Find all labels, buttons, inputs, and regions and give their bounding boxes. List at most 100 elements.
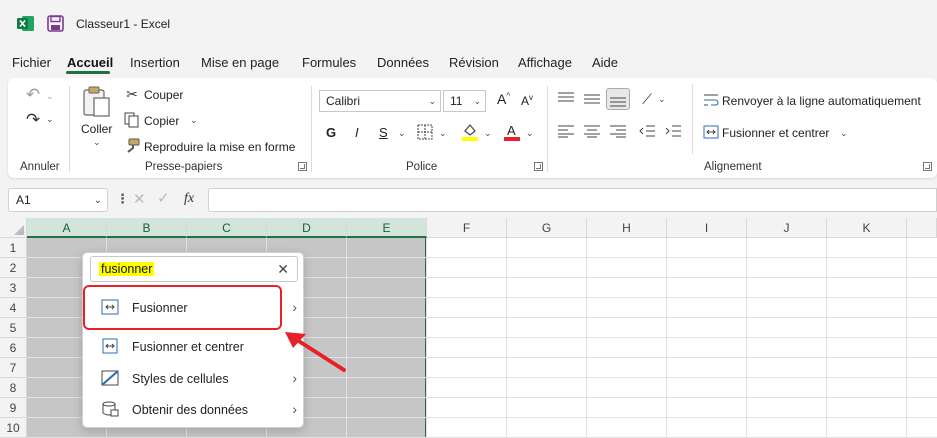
close-icon[interactable]: ✕ [277, 261, 289, 278]
shrink-font-button[interactable]: Av [521, 93, 533, 108]
paste-icon[interactable] [82, 86, 112, 118]
merge-dropdown-icon[interactable]: ⌄ [840, 128, 848, 139]
search-query: fusionner [99, 262, 155, 276]
row-header-5[interactable]: 5 [0, 318, 27, 338]
formula-bar-handle-icon[interactable]: ⋮ [116, 191, 129, 207]
row-header-8[interactable]: 8 [0, 378, 27, 398]
copy-button[interactable]: Copier [144, 114, 179, 128]
fill-color-icon[interactable] [461, 122, 479, 142]
tab-fichier[interactable]: Fichier [12, 55, 51, 70]
row-header-7[interactable]: 7 [0, 358, 27, 378]
select-all-corner[interactable] [0, 218, 27, 238]
font-color-dropdown-icon[interactable]: ⌄ [526, 128, 534, 139]
wrap-text-icon[interactable] [703, 92, 719, 108]
bold-button[interactable]: G [326, 125, 336, 140]
tab-donnees[interactable]: Données [377, 55, 429, 70]
row-header-4[interactable]: 4 [0, 298, 27, 318]
underline-button[interactable]: S [379, 125, 388, 140]
column-header-f[interactable]: F [427, 218, 507, 238]
merge-center-icon[interactable] [703, 124, 719, 140]
result-item-obtenir-des-donnees[interactable]: Obtenir des données › [83, 395, 305, 425]
column-header-g[interactable]: G [507, 218, 587, 238]
undo-dropdown-icon[interactable]: ⌄ [46, 91, 54, 102]
result-item-styles-de-cellules[interactable]: Styles de cellules › [83, 364, 305, 394]
result-item-fusionner-et-centrer[interactable]: Fusionner et centrer [83, 332, 305, 362]
column-header-e[interactable]: E [347, 218, 427, 238]
font-name-combo[interactable]: Calibri ⌄ [319, 90, 441, 112]
active-tab-indicator [66, 71, 110, 74]
row-header-6[interactable]: 6 [0, 338, 27, 358]
column-header-d[interactable]: D [267, 218, 347, 238]
highlight-box [83, 285, 282, 330]
result-label: Obtenir des données [132, 403, 249, 417]
save-icon[interactable] [47, 15, 64, 32]
row-header-1[interactable]: 1 [0, 238, 27, 258]
font-color-icon[interactable]: A [503, 122, 521, 142]
format-painter-button[interactable]: Reproduire la mise en forme [144, 140, 295, 154]
align-right-icon[interactable] [610, 124, 626, 138]
clipboard-launcher-icon[interactable] [298, 162, 307, 171]
decrease-indent-icon[interactable] [639, 124, 655, 138]
align-center-icon[interactable] [584, 124, 600, 138]
borders-icon[interactable] [417, 124, 433, 140]
cut-button[interactable]: Couper [144, 88, 183, 102]
column-header-h[interactable]: H [587, 218, 667, 238]
tab-insertion[interactable]: Insertion [130, 55, 180, 70]
redo-icon[interactable]: ↷ [22, 109, 44, 131]
formula-input[interactable] [208, 188, 937, 212]
copy-dropdown-icon[interactable]: ⌄ [190, 115, 198, 126]
insert-function-icon[interactable]: fx [184, 191, 194, 207]
row-header-3[interactable]: 3 [0, 278, 27, 298]
format-painter-icon[interactable] [124, 138, 140, 154]
increase-indent-icon[interactable] [665, 124, 681, 138]
redo-dropdown-icon[interactable]: ⌄ [46, 114, 54, 125]
name-box[interactable]: A1 ⌄ [8, 188, 108, 212]
tab-revision[interactable]: Révision [449, 55, 499, 70]
search-input[interactable]: fusionner ✕ [90, 256, 298, 282]
tab-formules[interactable]: Formules [302, 55, 356, 70]
column-header-partial[interactable] [907, 218, 937, 238]
chevron-down-icon: ⌄ [473, 96, 481, 106]
align-left-icon[interactable] [558, 124, 574, 138]
orientation-icon[interactable]: ⟋ [638, 90, 656, 108]
group-label-police: Police [406, 161, 438, 173]
paste-dropdown-icon[interactable]: ⌄ [93, 137, 101, 148]
row-header-10[interactable]: 10 [0, 418, 27, 438]
italic-button[interactable]: I [355, 125, 359, 140]
copy-icon[interactable] [124, 112, 140, 128]
wrap-text-button[interactable]: Renvoyer à la ligne automatiquement [722, 94, 921, 108]
confirm-entry-icon[interactable]: ✓ [157, 189, 170, 207]
tab-mise-en-page[interactable]: Mise en page [201, 55, 279, 70]
orientation-dropdown-icon[interactable]: ⌄ [658, 94, 666, 105]
align-middle-icon[interactable] [584, 92, 600, 106]
column-header-b[interactable]: B [107, 218, 187, 238]
tab-accueil[interactable]: Accueil [67, 55, 113, 70]
column-header-j[interactable]: J [747, 218, 827, 238]
underline-dropdown-icon[interactable]: ⌄ [398, 128, 406, 139]
paste-button[interactable]: Coller [81, 122, 112, 136]
grow-font-button[interactable]: A^ [497, 91, 510, 107]
fill-color-dropdown-icon[interactable]: ⌄ [484, 128, 492, 139]
font-size-combo[interactable]: 11 ⌄ [443, 90, 486, 112]
align-top-icon[interactable] [558, 92, 574, 106]
cancel-entry-icon[interactable]: ✕ [133, 190, 146, 208]
borders-dropdown-icon[interactable]: ⌄ [439, 128, 447, 139]
tab-aide[interactable]: Aide [592, 55, 618, 70]
window-title: Classeur1 - Excel [76, 17, 171, 31]
row-header-2[interactable]: 2 [0, 258, 27, 278]
merge-center-icon [102, 338, 118, 354]
cut-icon[interactable]: ✂ [124, 86, 140, 102]
chevron-right-icon: › [292, 299, 297, 315]
column-header-a[interactable]: A [27, 218, 107, 238]
undo-icon[interactable]: ↶ [22, 84, 44, 106]
column-header-i[interactable]: I [667, 218, 747, 238]
alignment-launcher-icon[interactable] [923, 162, 932, 171]
column-header-c[interactable]: C [187, 218, 267, 238]
column-header-k[interactable]: K [827, 218, 907, 238]
tab-affichage[interactable]: Affichage [518, 55, 572, 70]
align-bottom-button[interactable] [606, 88, 630, 110]
row-header-9[interactable]: 9 [0, 398, 27, 418]
group-label-alignement: Alignement [704, 161, 762, 173]
font-launcher-icon[interactable] [534, 162, 543, 171]
merge-center-button[interactable]: Fusionner et centrer [722, 126, 829, 140]
